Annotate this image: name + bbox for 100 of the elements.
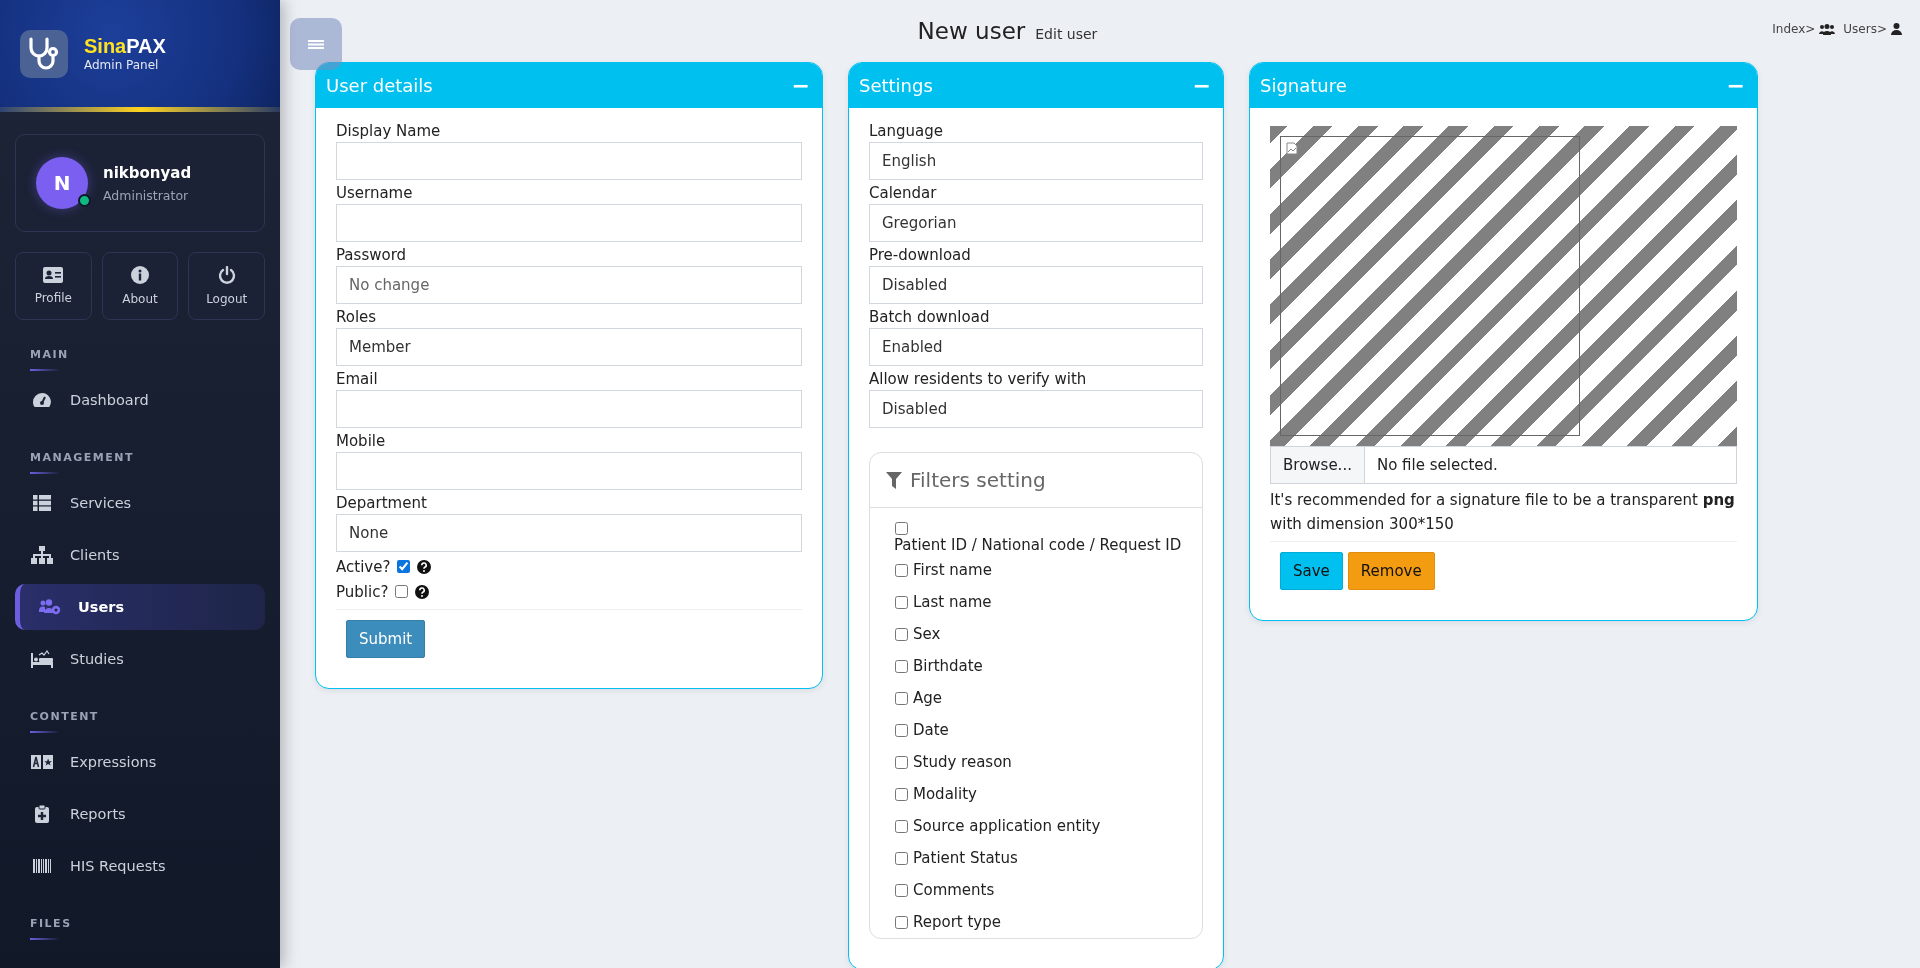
filter-icon [886, 471, 902, 489]
card-title: Settings [859, 75, 933, 96]
checkbox[interactable] [895, 883, 908, 897]
avatar: N [36, 157, 88, 209]
brand-subtitle: Admin Panel [84, 58, 160, 72]
field-label: Allow residents to verify with [869, 369, 1088, 390]
field-label: Username [336, 183, 414, 204]
field-label: Calendar [869, 183, 938, 204]
nav-item[interactable]: Reports [15, 791, 265, 837]
quick-button[interactable]: Profile [15, 252, 92, 320]
user-name: nikbonyad [103, 163, 192, 182]
checkbox[interactable] [895, 915, 908, 929]
submit-button[interactable]: Submit [346, 620, 426, 658]
checkbox-label: Active? [336, 556, 391, 578]
remove-button[interactable]: Remove [1347, 552, 1435, 590]
clipboard-medical-icon [35, 805, 49, 823]
checkbox[interactable] [895, 755, 908, 769]
checkbox-label: Patient Status [913, 849, 1018, 867]
field-label: Mobile [336, 431, 387, 452]
input-field[interactable] [336, 204, 802, 242]
menu-icon [308, 38, 324, 50]
checkbox[interactable] [895, 851, 908, 865]
input-field[interactable]: No change [336, 266, 802, 304]
nav-item[interactable]: Services [15, 480, 265, 526]
card-title: Signature [1260, 75, 1347, 96]
checkbox-label: Modality [913, 785, 977, 803]
checkbox-label: Comments [913, 881, 995, 899]
help-icon [417, 559, 432, 574]
users-gear-icon [39, 599, 61, 615]
select-field[interactable]: English [869, 142, 1203, 180]
power-icon [217, 266, 236, 284]
broken-image-icon [1286, 142, 1298, 155]
users-icon [1819, 23, 1836, 35]
nav-item[interactable]: Expressions [15, 739, 265, 785]
checkbox-label: Report type [913, 913, 1001, 931]
brand-name: SinaPAX [84, 35, 166, 58]
save-button[interactable]: Save [1280, 552, 1343, 590]
select-field[interactable]: Enabled [869, 328, 1203, 366]
field-label: Password [336, 245, 408, 266]
breadcrumb-link[interactable]: Index> [1772, 22, 1836, 36]
id-card-icon [43, 267, 64, 283]
checkbox-label: Sex [913, 625, 941, 643]
select-field[interactable]: Gregorian [869, 204, 1203, 242]
field-label: Roles [336, 307, 378, 328]
checkbox[interactable] [895, 659, 908, 673]
select-field[interactable]: Disabled [869, 266, 1203, 304]
menu-button[interactable] [290, 18, 342, 70]
nav-item[interactable]: Clients [15, 532, 265, 578]
browse-button[interactable]: Browse... [1271, 447, 1365, 483]
nav-section-title: MANAGEMENT [29, 451, 135, 464]
checkbox-label: Source application entity [913, 817, 1101, 835]
input-field[interactable] [336, 142, 802, 180]
barcode-icon [33, 859, 51, 873]
checkbox-label: Study reason [913, 753, 1012, 771]
checkbox-label: Birthdate [913, 657, 983, 675]
checkbox-label: First name [913, 561, 992, 579]
gauge-icon [32, 392, 52, 408]
nav-section-title: MAIN [29, 348, 70, 361]
nav-item[interactable]: HIS Requests [15, 843, 265, 889]
file-input[interactable]: Browse... No file selected. [1270, 446, 1737, 484]
user-role: Administrator [103, 187, 190, 203]
nav-item[interactable]: Users [15, 584, 265, 630]
breadcrumb-link[interactable]: Users> [1843, 22, 1902, 36]
field-label: Department [336, 493, 428, 514]
checkbox[interactable] [895, 595, 908, 609]
user-icon [1891, 23, 1902, 35]
stethoscope-icon [20, 29, 68, 78]
checkbox[interactable] [895, 691, 908, 705]
select-field[interactable]: Member [336, 328, 802, 366]
checkbox-label: Date [913, 721, 949, 739]
nav-item[interactable]: Dashboard [15, 377, 265, 423]
file-status: No file selected. [1375, 455, 1499, 476]
info-icon [131, 266, 149, 284]
nav-section-title: FILES [29, 917, 73, 930]
field-label: Language [869, 121, 945, 142]
checkbox[interactable] [895, 627, 908, 641]
table-icon [33, 495, 51, 511]
checkbox[interactable] [895, 819, 908, 833]
input-field[interactable] [336, 452, 802, 490]
checkbox[interactable] [895, 563, 908, 577]
page-title: New user [917, 18, 1026, 44]
field-label: Email [336, 369, 379, 390]
checkbox-label: Age [913, 689, 942, 707]
input-field[interactable] [336, 390, 802, 428]
sitemap-icon [31, 546, 53, 564]
select-field[interactable]: Disabled [869, 390, 1203, 428]
checkbox[interactable] [895, 522, 908, 536]
checkbox[interactable] [895, 723, 908, 737]
language-icon [31, 755, 53, 769]
nav-item[interactable]: Studies [15, 636, 265, 682]
field-label: Pre-download [869, 245, 972, 266]
quick-button[interactable]: Logout [188, 252, 265, 320]
checkbox[interactable] [397, 560, 411, 573]
select-field[interactable]: None [336, 514, 802, 552]
page-subtitle: Edit user [1035, 26, 1098, 42]
checkbox-label: Patient ID / National code / Request ID [894, 535, 1182, 554]
checkbox[interactable] [395, 585, 409, 598]
checkbox-label: Last name [913, 593, 992, 611]
quick-button[interactable]: About [101, 252, 179, 320]
checkbox[interactable] [895, 787, 908, 801]
